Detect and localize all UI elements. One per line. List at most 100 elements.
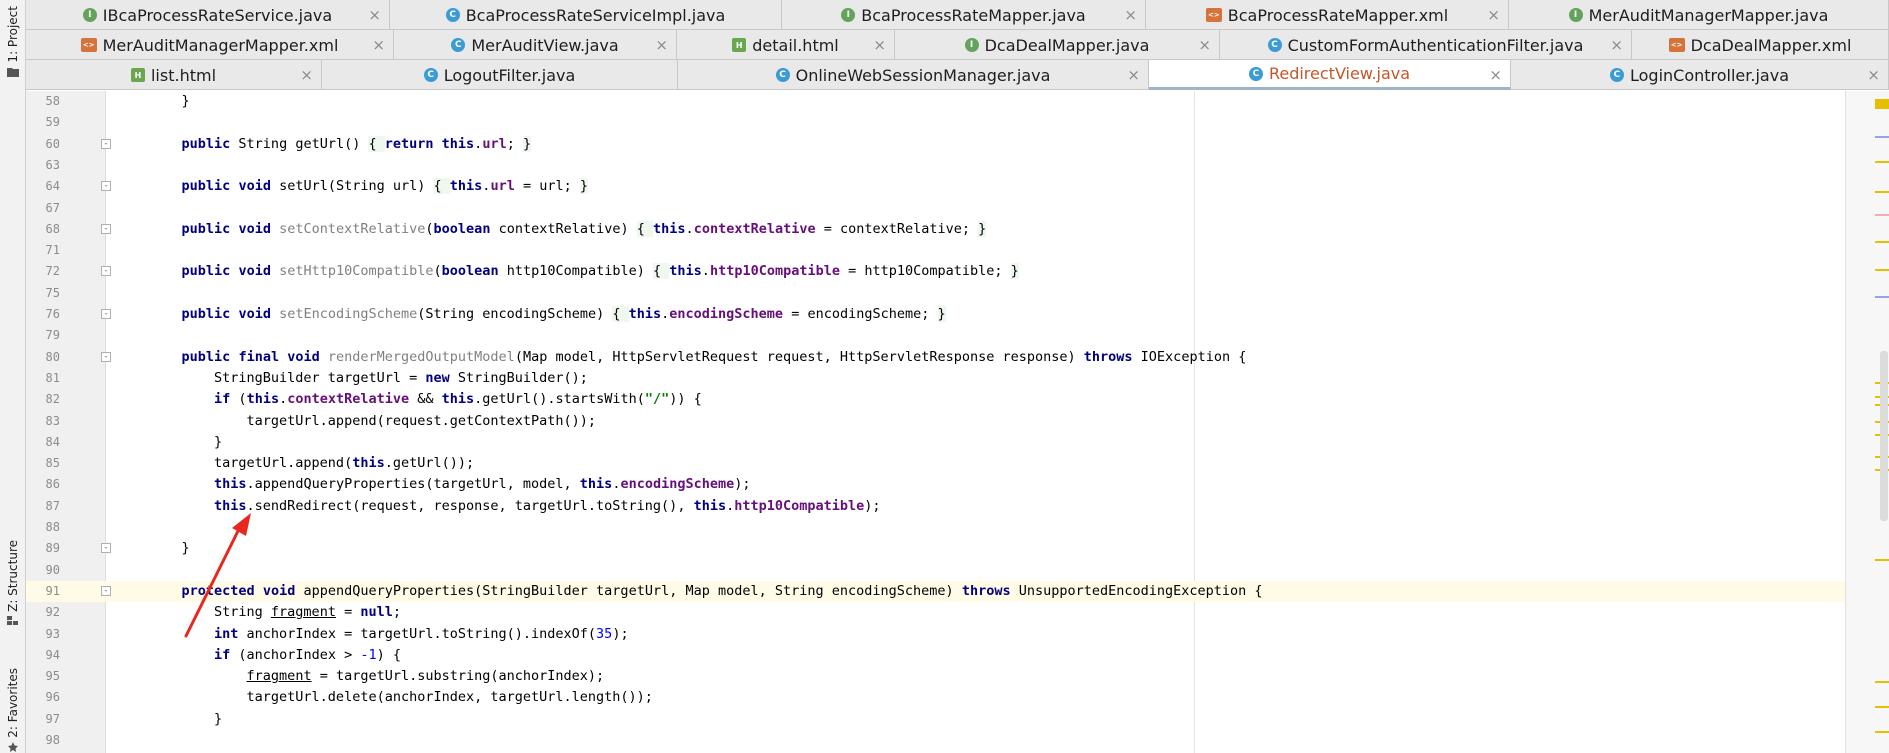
code-line[interactable]: 84 } [26,432,1867,453]
tab-list-html[interactable]: H list.html × [26,60,322,90]
close-icon[interactable]: × [1867,66,1880,84]
tab-bcaprocessratemapper-xml[interactable]: <> BcaProcessRateMapper.xml × [1146,0,1509,30]
tab-detail-html[interactable]: H detail.html × [677,30,895,60]
fold-toggle-icon[interactable]: - [101,181,111,192]
fold-toggle-icon[interactable]: - [101,585,111,596]
code-line[interactable]: 93 int anchorIndex = targetUrl.toString(… [26,624,1867,645]
tab-dcadealmapper-java[interactable]: I DcaDealMapper.java × [895,30,1220,60]
code-line[interactable]: 85 targetUrl.append(this.getUrl()); [26,453,1867,474]
code-line[interactable]: 98 [26,730,1867,751]
code-line[interactable]: 82 if (this.contextRelative && this.getU… [26,389,1867,410]
stripe-marker[interactable] [1875,731,1889,733]
code-line[interactable]: 95 fragment = targetUrl.substring(anchor… [26,666,1867,687]
code-line[interactable]: 83 targetUrl.append(request.getContextPa… [26,411,1867,432]
project-tool-button[interactable]: 1: Project [2,6,24,77]
line-number: 81 [45,370,60,385]
stripe-marker[interactable] [1875,214,1889,216]
line-number: 95 [45,669,60,684]
fold-toggle-icon[interactable]: - [101,266,111,277]
tab-customformauthenticationfilter[interactable]: C CustomFormAuthenticationFilter.java × [1220,30,1632,60]
code-text: public String getUrl() { return this.url… [181,135,532,152]
code-line[interactable]: 75 [26,283,1867,304]
close-icon[interactable]: × [300,66,313,84]
close-icon[interactable]: × [655,36,668,54]
tab-label: RedirectView.java [1268,64,1411,83]
stripe-marker[interactable] [1875,706,1889,708]
code-line[interactable]: 72 - public void setHttp10Compatible(bool… [26,261,1867,282]
code-line[interactable]: 67 [26,198,1867,219]
code-line[interactable]: 89 - } [26,538,1867,559]
code-line[interactable]: 59 [26,112,1867,133]
code-line[interactable]: 88 [26,517,1867,538]
close-icon[interactable]: × [1610,36,1623,54]
code-line[interactable]: 96 targetUrl.delete(anchorIndex, targetU… [26,687,1867,708]
tab-label: detail.html [752,35,839,55]
fold-toggle-icon[interactable]: - [101,543,111,554]
close-icon[interactable]: × [1124,6,1137,24]
tab-logincontroller[interactable]: C LoginController.java × [1511,60,1889,90]
code-line[interactable]: 68 - public void setContextRelative(boole… [26,219,1867,240]
tab-onlinewebsessionmanager[interactable]: C OnlineWebSessionManager.java × [678,60,1149,90]
tab-merauditmanagermapper-xml[interactable]: <> MerAuditManagerMapper.xml × [26,30,394,60]
tab-dcadealmapper-xml[interactable]: <> DcaDealMapper.xml [1632,30,1889,60]
code-line[interactable]: 58 } [26,91,1867,112]
code-line[interactable]: 86 this.appendQueryProperties(targetUrl,… [26,474,1867,495]
code-line[interactable]: 81 StringBuilder targetUrl = new StringB… [26,368,1867,389]
stripe-marker[interactable] [1875,161,1889,163]
fold-toggle-icon[interactable]: - [101,138,111,149]
tab-bcaprocessratemapper-java[interactable]: I BcaProcessRateMapper.java × [782,0,1146,30]
line-number: 92 [45,605,60,620]
close-icon[interactable]: × [873,36,886,54]
code-editor[interactable]: 58 } 59 60 - public String getUrl() { retur… [26,91,1867,753]
code-line[interactable]: 91 - protected void appendQueryProperties… [26,580,1867,602]
stripe-marker[interactable] [1875,681,1889,683]
code-line[interactable]: 71 [26,240,1867,261]
code-line[interactable]: 87 this.sendRedirect(request, response, … [26,496,1867,517]
html-icon: H [732,38,747,52]
close-icon[interactable]: × [1487,6,1500,24]
stripe-marker[interactable] [1875,191,1889,193]
code-text: } [149,540,190,557]
code-line[interactable]: 79 [26,325,1867,346]
code-line[interactable]: 92 String fragment = null; [26,602,1867,623]
close-icon[interactable]: × [1198,36,1211,54]
fold-toggle-icon[interactable]: - [101,223,111,234]
stripe-marker[interactable] [1875,136,1889,138]
stripe-marker[interactable] [1875,269,1889,271]
code-line[interactable]: 90 [26,560,1867,581]
tab-label: MerAuditManagerMapper.java [1588,5,1829,25]
close-icon[interactable]: × [372,36,385,54]
stripe-marker[interactable] [1875,559,1889,561]
stripe-marker[interactable] [1875,99,1889,109]
stripe-marker[interactable] [1875,241,1889,243]
structure-tool-button[interactable]: Z: Structure [2,540,24,626]
line-number: 96 [45,690,60,705]
tab-label: OnlineWebSessionManager.java [795,65,1051,85]
code-line[interactable]: 64 - public void setUrl(String url) { thi… [26,176,1867,197]
code-line[interactable]: 97 } [26,709,1867,730]
code-line[interactable]: 60 - public String getUrl() { return this… [26,134,1867,155]
close-icon[interactable]: × [368,6,381,24]
close-icon[interactable]: × [1489,66,1502,84]
code-line[interactable]: 80 - public final void renderMergedOutput… [26,347,1867,368]
tab-ibcaprocessrateservice[interactable]: I IBcaProcessRateService.java × [26,0,390,30]
close-icon[interactable]: × [1127,66,1140,84]
tab-merauditmanagermapper-java[interactable]: I MerAuditManagerMapper.java [1509,0,1889,30]
interface-icon: I [964,38,979,52]
project-tool-label: 1: Project [6,6,20,63]
stripe-marker[interactable] [1875,296,1889,298]
code-line[interactable]: 76 - public void setEncodingScheme(String… [26,304,1867,325]
tab-bcaprocessrateserviceimpl[interactable]: C BcaProcessRateServiceImpl.java [390,0,782,30]
tab-logoutfilter[interactable]: C LogoutFilter.java [322,60,678,90]
favorites-tool-button[interactable]: 2: Favorites [2,668,24,752]
code-text: if (anchorIndex > -1) { [214,646,401,663]
scrollbar-thumb[interactable] [1880,351,1888,521]
error-stripe[interactable] [1845,91,1889,753]
code-text: targetUrl.append(this.getUrl()); [149,455,475,472]
tab-merauditview[interactable]: C MerAuditView.java × [394,30,677,60]
code-line[interactable]: 94 if (anchorIndex > -1) { [26,645,1867,666]
code-line[interactable]: 63 [26,155,1867,176]
fold-toggle-icon[interactable]: - [101,351,111,362]
fold-toggle-icon[interactable]: - [101,309,111,319]
tab-redirectview[interactable]: C RedirectView.java × [1149,60,1511,90]
